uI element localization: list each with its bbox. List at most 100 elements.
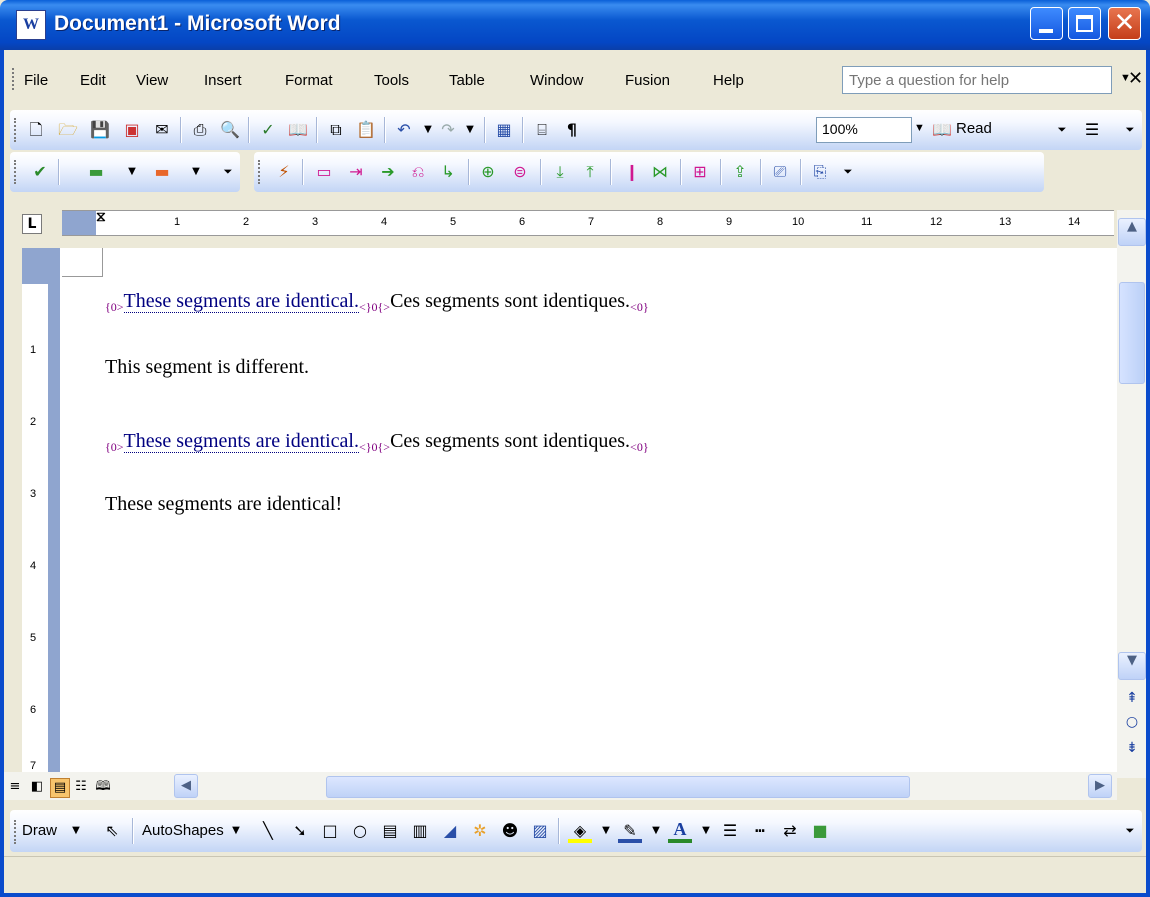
help-search-input[interactable] bbox=[843, 67, 1081, 93]
insert-table-icon[interactable]: ▦ bbox=[492, 118, 516, 142]
fill-color-icon[interactable]: ◈ bbox=[568, 819, 592, 843]
toolbar-grip[interactable] bbox=[14, 820, 20, 844]
add-term-icon[interactable]: ⊕ bbox=[476, 160, 500, 184]
grid-icon[interactable]: ⊞ bbox=[688, 160, 712, 184]
chevron-down-icon[interactable]: ▼ bbox=[224, 819, 248, 843]
vertical-scroll-thumb[interactable] bbox=[1119, 282, 1145, 384]
download-segment-icon[interactable]: ⤓ bbox=[548, 160, 572, 184]
email-icon[interactable]: ✉ bbox=[150, 118, 174, 142]
document-map-icon[interactable]: ⌸ bbox=[530, 118, 554, 142]
oval-icon[interactable]: ○ bbox=[348, 819, 372, 843]
font-color-icon[interactable]: A bbox=[668, 819, 692, 843]
split-icon[interactable]: ⋈ bbox=[648, 160, 672, 184]
clip-art-icon[interactable]: ☻ bbox=[498, 819, 522, 843]
chevron-down-icon[interactable]: ▼ bbox=[914, 122, 925, 134]
vertical-ruler[interactable]: 1 2 3 4 5 6 7 bbox=[22, 248, 49, 778]
scroll-down-button[interactable]: ▼ bbox=[1118, 652, 1146, 680]
open-folder-icon[interactable]: 🗁 bbox=[56, 118, 80, 142]
chevron-down-icon[interactable]: ▼ bbox=[694, 819, 718, 843]
select-browse-object-icon[interactable]: ○ bbox=[1118, 714, 1146, 730]
line-style-icon[interactable]: ☰ bbox=[718, 819, 742, 843]
zoom-select[interactable]: 100% bbox=[816, 117, 912, 143]
close-next-icon[interactable]: ↳ bbox=[436, 160, 460, 184]
minimize-button[interactable] bbox=[1030, 7, 1063, 40]
save-icon[interactable]: 💾 bbox=[88, 118, 112, 142]
document-close-icon[interactable]: ✕ bbox=[1128, 68, 1143, 89]
select-objects-icon[interactable]: ⇖ bbox=[100, 819, 124, 843]
bar-icon[interactable]: ❙ bbox=[620, 160, 644, 184]
vertical-text-box-icon[interactable]: ▥ bbox=[408, 819, 432, 843]
picture-icon[interactable]: ▨ bbox=[528, 819, 552, 843]
document-line[interactable]: {0>These segments are identical.<}0{>Ces… bbox=[105, 430, 649, 455]
next-page-icon[interactable]: ⇟ bbox=[1118, 740, 1146, 756]
toolbar-options-icon[interactable]: ⏷ bbox=[836, 160, 860, 184]
indent-marker-icon[interactable]: ⧖ bbox=[96, 209, 106, 225]
menu-tools[interactable]: Tools bbox=[374, 72, 409, 89]
tab-selector[interactable]: L bbox=[22, 214, 42, 234]
chevron-down-icon[interactable]: ▼ bbox=[644, 819, 668, 843]
concordance-icon[interactable]: ⎚ bbox=[768, 160, 792, 184]
target-segment[interactable]: Ces segments sont identiques. bbox=[390, 430, 630, 452]
previous-page-icon[interactable]: ⇞ bbox=[1118, 690, 1146, 706]
print-icon[interactable]: ⎙ bbox=[188, 118, 212, 142]
spelling-icon[interactable]: ✓ bbox=[256, 118, 280, 142]
redo-dropdown-icon[interactable]: ▼ bbox=[458, 118, 482, 142]
segment-next-icon[interactable]: ⇥ bbox=[344, 160, 368, 184]
read-icon[interactable]: 📖 bbox=[930, 118, 954, 142]
menu-window[interactable]: Window bbox=[530, 72, 583, 89]
chevron-down-icon[interactable]: ▼ bbox=[64, 819, 88, 843]
copy-icon[interactable]: ⧉ bbox=[324, 118, 348, 142]
web-layout-view-icon[interactable]: ◧ bbox=[28, 778, 46, 796]
print-preview-icon[interactable]: 🔍 bbox=[218, 118, 242, 142]
menu-file[interactable]: File bbox=[24, 72, 48, 89]
menu-fusion[interactable]: Fusion bbox=[625, 72, 670, 89]
toolbar-grip[interactable] bbox=[14, 118, 20, 142]
toolbar-options-icon[interactable]: ⏷ bbox=[1050, 118, 1074, 142]
dash-style-icon[interactable]: ┅ bbox=[748, 819, 772, 843]
equal-icon[interactable]: ⊜ bbox=[508, 160, 532, 184]
document-line[interactable]: {0>These segments are identical.<}0{>Ces… bbox=[105, 290, 649, 315]
outline-view-icon[interactable]: ☷ bbox=[72, 778, 90, 796]
upload-icon[interactable]: ⇪ bbox=[728, 160, 752, 184]
menu-format[interactable]: Format bbox=[285, 72, 333, 89]
bullets-icon[interactable]: ☰ bbox=[1080, 118, 1104, 142]
target-segment[interactable]: Ces segments sont identiques. bbox=[390, 290, 630, 312]
research-icon[interactable]: 📖 bbox=[286, 118, 310, 142]
menu-view[interactable]: View bbox=[136, 72, 168, 89]
word-app-icon[interactable]: W bbox=[16, 10, 46, 40]
segment-minus-icon[interactable]: ▭ bbox=[312, 160, 336, 184]
chevron-down-icon[interactable]: ▼ bbox=[184, 160, 208, 184]
menu-grip[interactable] bbox=[12, 68, 18, 90]
toolbar-options-icon[interactable]: ⏷ bbox=[1118, 819, 1142, 843]
read-button[interactable]: Read bbox=[956, 120, 992, 137]
autoshapes-menu-button[interactable]: AutoShapes bbox=[142, 822, 224, 839]
arrow-right-icon[interactable]: ➔ bbox=[376, 160, 400, 184]
scroll-left-button[interactable]: ◀ bbox=[174, 774, 198, 798]
menu-edit[interactable]: Edit bbox=[80, 72, 106, 89]
show-formatting-icon[interactable]: ¶ bbox=[560, 118, 584, 142]
upload-segment-icon[interactable]: ⤒ bbox=[578, 160, 602, 184]
chevron-down-icon[interactable]: ▼ bbox=[594, 819, 618, 843]
print-layout-view-icon[interactable]: ▤ bbox=[50, 778, 70, 798]
maximize-button[interactable] bbox=[1068, 7, 1101, 40]
menu-table[interactable]: Table bbox=[449, 72, 485, 89]
permission-icon[interactable]: ▣ bbox=[120, 118, 144, 142]
wordart-icon[interactable]: ◢ bbox=[438, 819, 462, 843]
help-search-box[interactable] bbox=[842, 66, 1112, 94]
paste-icon[interactable]: 📋 bbox=[354, 118, 378, 142]
rectangle-icon[interactable]: □ bbox=[318, 819, 342, 843]
source-segment[interactable]: These segments are identical. bbox=[123, 290, 359, 313]
wand-icon[interactable]: ⚡ bbox=[272, 160, 296, 184]
toolbar-grip[interactable] bbox=[258, 160, 264, 184]
restore-segment-icon[interactable]: ⎌ bbox=[406, 160, 430, 184]
diagram-icon[interactable]: ✲ bbox=[468, 819, 492, 843]
source-segment[interactable]: These segments are identical. bbox=[123, 430, 359, 453]
line-icon[interactable]: ╲ bbox=[256, 819, 280, 843]
menu-help[interactable]: Help bbox=[713, 72, 744, 89]
normal-view-icon[interactable]: ≡ bbox=[6, 778, 24, 796]
scroll-up-button[interactable]: ▲ bbox=[1118, 218, 1146, 246]
highlight-orange-icon[interactable]: ▬ bbox=[150, 160, 174, 184]
undo-icon[interactable]: ↶ bbox=[392, 118, 416, 142]
toolbar-grip[interactable] bbox=[14, 160, 20, 184]
text-box-icon[interactable]: ▤ bbox=[378, 819, 402, 843]
